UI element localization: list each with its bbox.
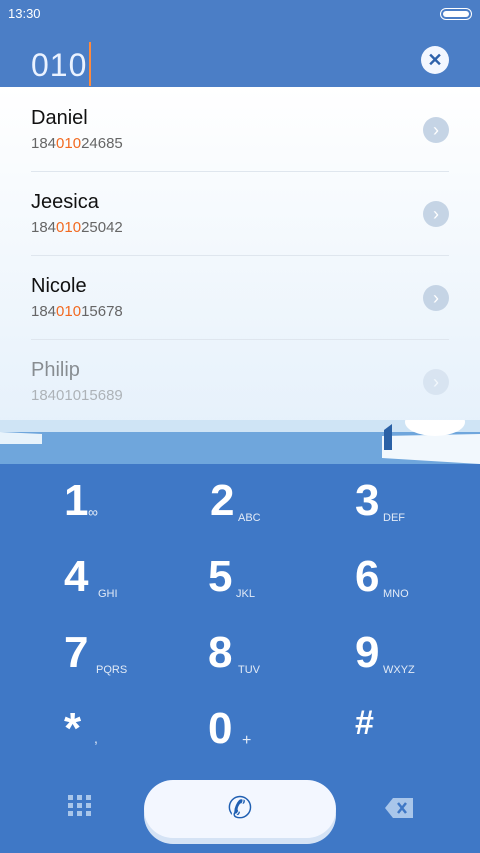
battery-icon (440, 8, 472, 20)
contact-suggestions-list: Daniel 18401024685 › Jeesica 18401025042… (0, 87, 480, 427)
backspace-icon[interactable] (385, 798, 413, 818)
key-4[interactable]: 4 GHI (64, 552, 204, 622)
contact-name: Nicole (31, 275, 87, 297)
status-bar: 13:30 (0, 0, 480, 28)
keypad: 1 ∞ 2 ABC 3 DEF 4 GHI 5 JKL 6 MNO 7 PQRS 8 TUV 9… (0, 470, 480, 853)
dial-digits: 010 (31, 47, 88, 83)
contact-phone: 18401025042 (31, 219, 123, 236)
key-1[interactable]: 1 ∞ (64, 476, 204, 546)
status-time: 13:30 (8, 6, 41, 21)
contact-item[interactable]: Daniel 18401024685 › (31, 87, 449, 172)
contact-name: Daniel (31, 107, 88, 129)
contact-item[interactable]: Jeesica 18401025042 › (31, 171, 449, 256)
chevron-right-icon[interactable]: › (423, 369, 449, 395)
contact-phone: 18401024685 (31, 135, 123, 152)
key-3[interactable]: 3 DEF (355, 476, 480, 546)
clear-input-button[interactable]: ✕ (421, 46, 449, 74)
close-icon: ✕ (427, 50, 443, 70)
dialpad-icon[interactable] (68, 795, 92, 819)
key-0[interactable]: 0 + (208, 704, 348, 774)
contact-phone: 18401015689 (31, 387, 123, 404)
key-5[interactable]: 5 JKL (208, 552, 348, 622)
dial-input[interactable]: 010 (31, 42, 92, 86)
contact-name: Jeesica (31, 191, 99, 213)
chevron-right-icon[interactable]: › (423, 117, 449, 143)
key-8[interactable]: 8 TUV (208, 628, 348, 698)
key-6[interactable]: 6 MNO (355, 552, 480, 622)
contact-phone: 18401015678 (31, 303, 123, 320)
key-9[interactable]: 9 WXYZ (355, 628, 480, 698)
contact-name: Philip (31, 359, 80, 381)
text-caret (89, 42, 92, 86)
contact-item[interactable]: Philip 18401015689 › (31, 339, 449, 423)
key-hash[interactable]: # (355, 704, 480, 774)
call-button[interactable]: ✆ (144, 780, 336, 838)
phone-icon: ✆ (227, 792, 253, 825)
key-2[interactable]: 2 ABC (210, 476, 350, 546)
dial-input-bar: 010 ✕ (0, 28, 480, 87)
chevron-right-icon[interactable]: › (423, 201, 449, 227)
chevron-right-icon[interactable]: › (423, 285, 449, 311)
contact-item[interactable]: Nicole 18401015678 › (31, 255, 449, 340)
key-star[interactable]: *, (64, 704, 204, 774)
key-7[interactable]: 7 PQRS (64, 628, 204, 698)
